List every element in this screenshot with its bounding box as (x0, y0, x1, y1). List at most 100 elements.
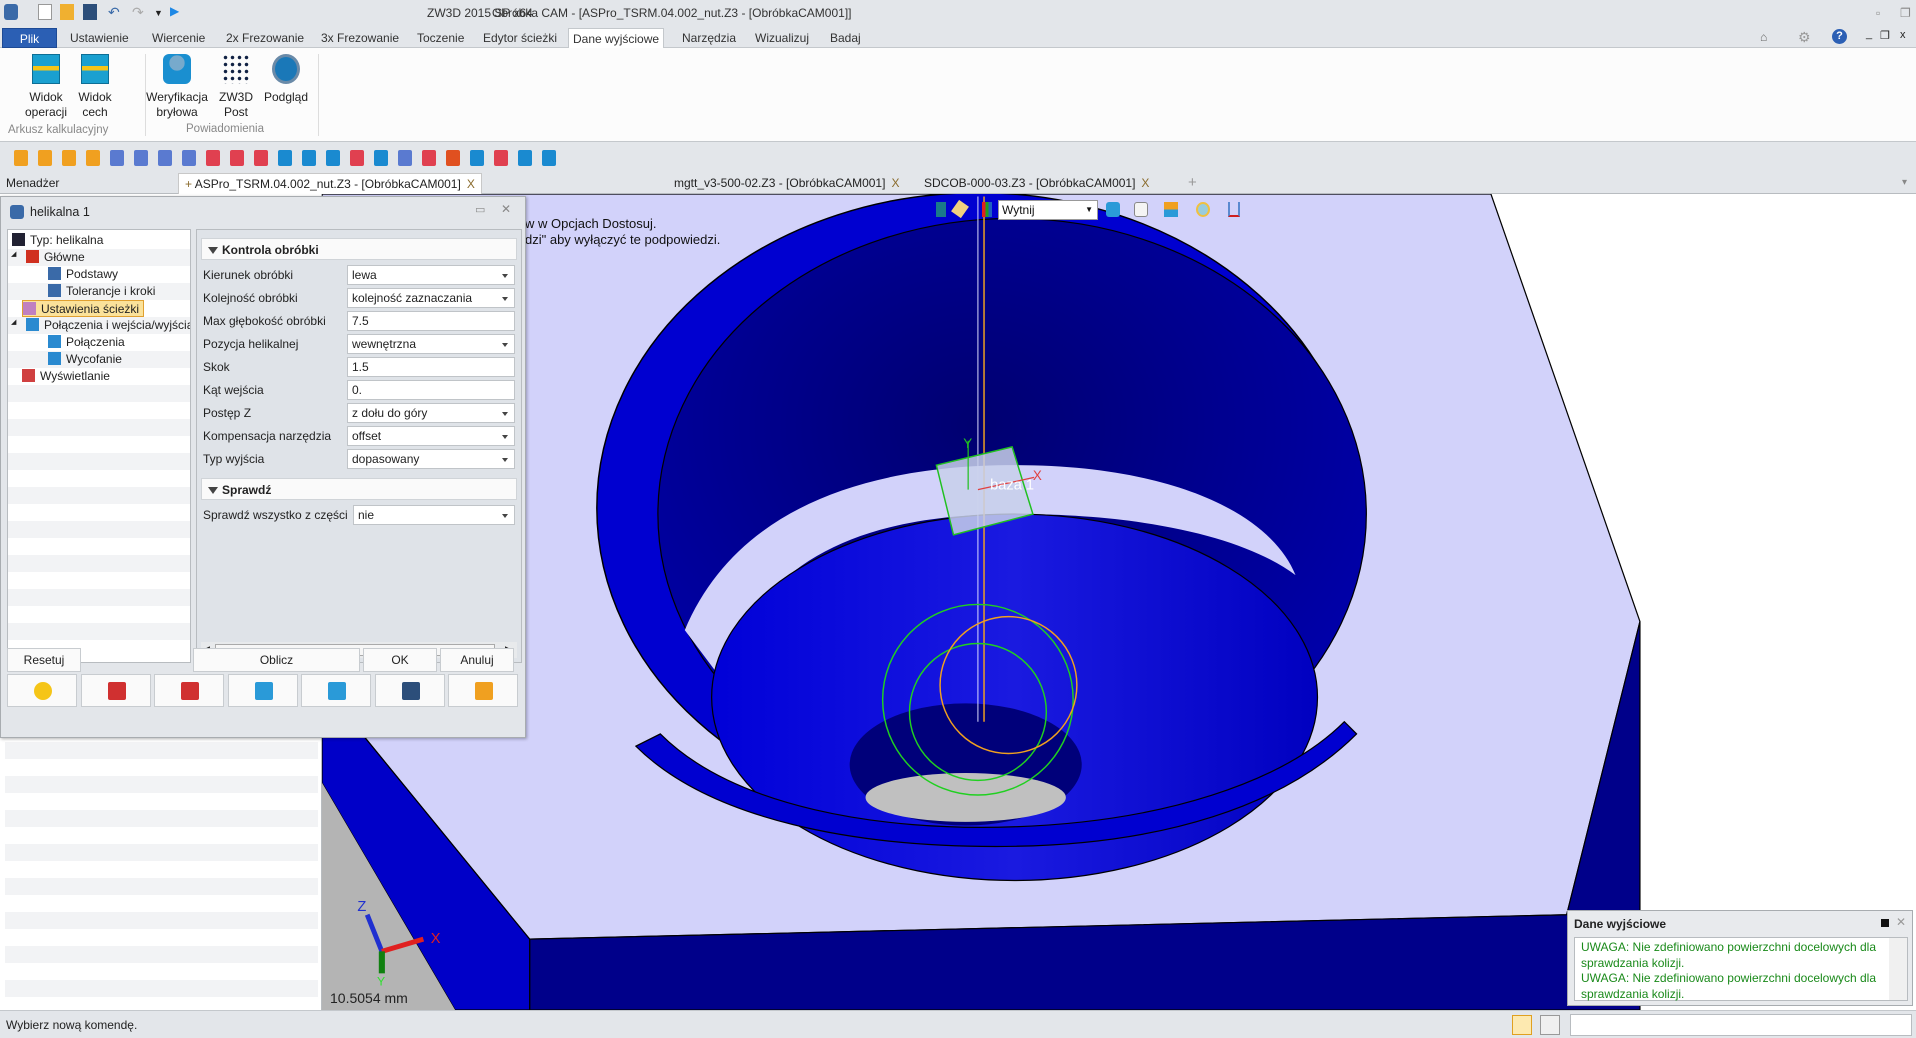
toolpath-operation-icon[interactable] (254, 150, 268, 166)
toolpath-operation-icon[interactable] (446, 150, 460, 166)
reset-button[interactable]: Resetuj (7, 648, 81, 672)
property-dropdown[interactable]: nie (353, 505, 515, 525)
tab-edytor-sciezki[interactable]: Edytor ścieżki (479, 28, 561, 48)
property-dropdown[interactable]: offset (347, 426, 515, 446)
doc-restore-button[interactable]: ❐ (1880, 29, 1890, 42)
new-tab-button[interactable]: + (1188, 174, 1197, 191)
filter-icon[interactable] (982, 202, 992, 217)
filter-select[interactable]: Wytnij ▼ (998, 200, 1098, 220)
doc-close-button[interactable]: x (1900, 29, 1906, 41)
expand-toggle-icon[interactable]: ◢ (11, 318, 16, 326)
property-dropdown[interactable]: lewa (347, 265, 515, 285)
open-folder-button[interactable] (448, 674, 518, 707)
toolpath-operation-icon[interactable] (422, 150, 436, 166)
manager-row[interactable] (5, 895, 318, 912)
property-dropdown[interactable]: z dołu do góry (347, 403, 515, 423)
toolpath-operation-icon[interactable] (398, 150, 412, 166)
vertical-scrollbar[interactable] (1889, 938, 1907, 1000)
manager-row[interactable] (5, 912, 318, 929)
help-icon[interactable]: ? (1832, 29, 1847, 44)
run-icon[interactable]: ▶ (170, 4, 184, 20)
tab-doc-aspro[interactable]: + ASPro_TSRM.04.002_nut.Z3 - [ObróbkaCAM… (178, 173, 482, 194)
walk-icon[interactable] (936, 202, 946, 217)
undo-icon[interactable]: ↶ (108, 4, 122, 20)
manager-row[interactable] (5, 759, 318, 776)
tab-toczenie[interactable]: Toczenie (413, 28, 468, 48)
widok-cech-button[interactable]: Widok cech (74, 54, 116, 120)
toolpath-operation-icon[interactable] (158, 150, 172, 166)
podglad-button[interactable]: Podgląd (262, 54, 310, 105)
toolpath-operation-icon[interactable] (230, 150, 244, 166)
ok-button[interactable]: OK (363, 648, 437, 672)
close-tab-icon[interactable]: X (467, 177, 475, 191)
tools-button[interactable] (301, 674, 371, 707)
manager-row[interactable] (5, 844, 318, 861)
manager-row[interactable] (5, 861, 318, 878)
comment-icon[interactable]: ▭ (475, 203, 485, 216)
view-cube-icon[interactable] (1134, 202, 1148, 217)
widok-operacji-button[interactable]: Widok operacji (22, 54, 70, 120)
property-input[interactable]: 0. (347, 380, 515, 400)
toolpath-operation-icon[interactable] (110, 150, 124, 166)
tree-item[interactable]: Typ: helikalna (12, 232, 103, 249)
property-dropdown[interactable]: kolejność zaznaczania (347, 288, 515, 308)
zw3d-post-button[interactable]: ZW3D Post (216, 54, 256, 120)
save-icon[interactable] (83, 4, 97, 20)
manager-row[interactable] (5, 810, 318, 827)
tree-item[interactable]: Ustawienia ścieżki (22, 300, 145, 317)
tab-plik[interactable]: Plik (2, 28, 57, 48)
toolpath-operation-icon[interactable] (182, 150, 196, 166)
view-orientation-icon[interactable] (1164, 202, 1178, 217)
save-button[interactable] (374, 674, 445, 707)
tab-doc-mgtt[interactable]: mgtt_v3-500-02.Z3 - [ObróbkaCAM001] X (668, 173, 905, 194)
tab-ustawienie[interactable]: Ustawienie (66, 28, 133, 48)
toolpath-operation-icon[interactable] (86, 150, 100, 166)
tab-wizualizuj[interactable]: Wizualizuj (751, 28, 813, 48)
manager-row[interactable] (5, 980, 318, 997)
tree-item[interactable]: Wyświetlanie (22, 368, 110, 385)
list-mode-icon[interactable] (1540, 1015, 1560, 1035)
toolpath-operation-icon[interactable] (38, 150, 52, 166)
tree-item[interactable]: Podstawy (48, 266, 118, 283)
pin-icon[interactable] (1881, 919, 1889, 927)
doc-minimize-button[interactable]: _ (1866, 28, 1872, 40)
property-dropdown[interactable]: wewnętrzna (347, 334, 515, 354)
close-tab-icon[interactable]: X (891, 176, 899, 190)
manager-row[interactable] (5, 963, 318, 980)
gear-icon[interactable]: ⚙ (1798, 29, 1811, 46)
toolpath-operation-icon[interactable] (14, 150, 28, 166)
input-mode-icon[interactable] (1512, 1015, 1532, 1035)
toolpath-operation-icon[interactable] (134, 150, 148, 166)
toolpath-operation-icon[interactable] (350, 150, 364, 166)
toolpath-operation-icon[interactable] (278, 150, 292, 166)
tab-narzedzia[interactable]: Narzędzia (678, 28, 740, 48)
command-input[interactable] (1570, 1014, 1912, 1036)
tree-item[interactable]: Wycofanie (48, 351, 122, 368)
eraser-icon[interactable] (951, 199, 969, 219)
new-file-icon[interactable] (38, 4, 52, 20)
measure-icon[interactable] (1228, 202, 1240, 217)
tab-badaj[interactable]: Badaj (826, 28, 865, 48)
toolpath-operation-icon[interactable] (206, 150, 220, 166)
calculate-button[interactable]: Oblicz (193, 648, 360, 672)
weryfikacja-brylowa-button[interactable]: Weryfikacja bryłowa (146, 54, 208, 120)
tab-dane-wyjsciowe[interactable]: Dane wyjściowe (568, 28, 665, 49)
tab-3x-frezowanie[interactable]: 3x Frezowanie (317, 28, 403, 48)
manager-row[interactable] (5, 776, 318, 793)
tree-item[interactable]: Połączenia (48, 334, 125, 351)
close-dialog-button[interactable]: ✕ (501, 202, 511, 216)
toolpath-operation-icon[interactable] (542, 150, 556, 166)
manager-row[interactable] (5, 742, 318, 759)
tree-item[interactable]: Główne (26, 249, 85, 266)
toolpath-operation-icon[interactable] (494, 150, 508, 166)
tab-2x-frezowanie[interactable]: 2x Frezowanie (222, 28, 308, 48)
toolpath-operation-icon[interactable] (62, 150, 76, 166)
restore-button[interactable]: ❐ (1900, 6, 1911, 20)
edit-button[interactable] (80, 674, 151, 707)
property-dropdown[interactable]: dopasowany (347, 449, 515, 469)
manager-row[interactable] (5, 878, 318, 895)
minimize-button[interactable]: ▫ (1876, 6, 1880, 20)
collapse-ribbon-icon[interactable]: ⌂ (1760, 30, 1767, 44)
manager-row[interactable] (5, 946, 318, 963)
manager-row[interactable] (5, 827, 318, 844)
